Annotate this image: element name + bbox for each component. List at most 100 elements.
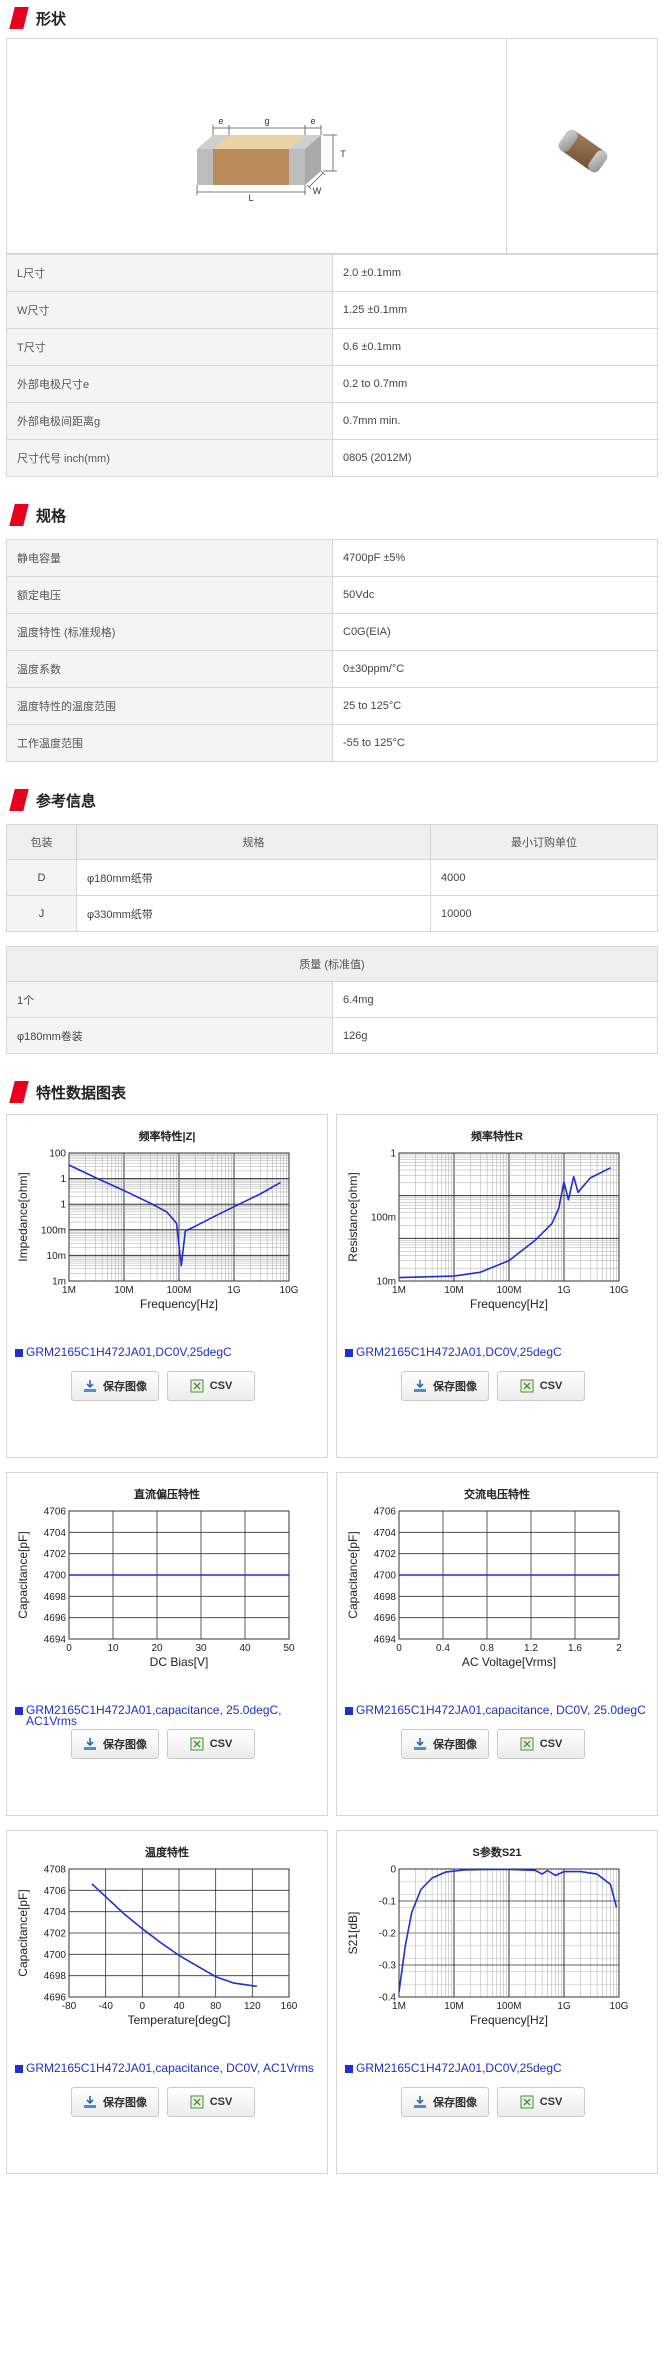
section-title-charts: 特性数据图表 [36,1084,127,1102]
y-tick-label: 4702 [374,1549,397,1560]
section-title-shape: 形状 [36,10,67,28]
y-axis-label: Capacitance[pF] [16,1531,30,1618]
table-key: 尺寸代号 inch(mm) [6,439,333,477]
y-axis-label: Resistance[ohm] [346,1172,360,1261]
table-cell: J [6,895,77,932]
chart-card: 频率特性|Z| 1M 10M 100M 1G 10G 100 1 1 100m 10m 1m Frequ… [6,1114,328,1458]
x-tick-label: 80 [210,2001,222,2012]
chart-card: S参数S21 1M 10M 100M 1G 10G 0 -0.1 -0.2 -0.3 -0.4 Fre… [336,1830,658,2174]
spreadsheet-icon [190,1379,204,1393]
y-tick-label: 4708 [44,1865,67,1876]
table-key: W尺寸 [6,291,333,329]
spreadsheet-icon [520,2095,534,2109]
csv-button[interactable]: CSV [497,2087,585,2117]
y-tick-label: 4704 [44,1528,67,1539]
x-tick-label: 10G [610,1285,629,1296]
table-row: 外部电极间距离g 0.7mm min. [6,402,658,440]
chart-actions: 保存图像 CSV [71,2087,255,2117]
save-image-button[interactable]: 保存图像 [401,1371,489,1401]
chart-grid [398,1153,619,1282]
csv-label: CSV [539,1738,563,1750]
x-tick-label: 10M [444,2001,463,2012]
dim-label-e: e [218,116,223,126]
chart-actions: 保存图像 CSV [401,2087,585,2117]
table-value: 126g [332,1017,658,1054]
section-title-ref: 参考信息 [36,792,97,810]
x-tick-label: 0 [140,2001,146,2012]
x-tick-label: 0.8 [480,1643,494,1654]
y-axis-label: S21[dB] [346,1912,360,1955]
x-tick-label: 0 [396,1643,402,1654]
x-tick-label: 1.2 [524,1643,538,1654]
table-value: 2.0 ±0.1mm [332,254,658,292]
download-icon [413,2095,427,2109]
series-line [91,1883,258,1988]
y-tick-label: 1 [60,1200,66,1211]
csv-button[interactable]: CSV [167,1371,255,1401]
csv-button[interactable]: CSV [167,1729,255,1759]
csv-button[interactable]: CSV [497,1371,585,1401]
table-value: 25 to 125°C [332,687,658,725]
table-cell: φ330mm纸带 [76,895,431,932]
table-value: 0.6 ±0.1mm [332,328,658,366]
y-tick-label: 1 [60,1174,66,1185]
y-tick-label: 4706 [374,1507,397,1518]
x-tick-label: 1.6 [568,1643,582,1654]
legend-label: GRM2165C1H472JA01,capacitance, DC0V, AC1… [26,2061,314,2075]
y-tick-label: 1m [52,1277,66,1288]
csv-button[interactable]: CSV [497,1729,585,1759]
chart-grid [68,1868,290,1998]
y-tick-label: 4700 [374,1571,397,1582]
y-axis-label: Capacitance[pF] [16,1889,30,1976]
legend-swatch [345,1349,353,1357]
y-tick-label: 4704 [374,1528,397,1539]
x-tick-label: 1G [227,1285,241,1296]
save-image-button[interactable]: 保存图像 [401,2087,489,2117]
y-tick-label: 4698 [374,1592,397,1603]
download-icon [83,1379,97,1393]
x-tick-label: -40 [98,2001,113,2012]
chart-title: 直流偏压特性 [134,1489,200,1501]
dim-label-g: g [264,116,269,126]
legend-label: GRM2165C1H472JA01,DC0V,25degC [356,1345,562,1359]
spreadsheet-icon [520,1379,534,1393]
y-tick-label: 4702 [44,1549,67,1560]
chart-plot: 0 10 20 30 40 50 4706 4704 4702 4700 4698 4696 4694 D… [16,1507,295,1670]
x-tick-label: 100M [166,1285,191,1296]
save-image-button[interactable]: 保存图像 [71,1371,159,1401]
chart-plot: -80 -40 0 40 80 120 16047084706470447024700469… [16,1865,298,2028]
table-key: 温度系数 [6,650,333,688]
table-value: -55 to 125°C [332,724,658,762]
y-tick-label: 4698 [44,1592,67,1603]
download-icon [413,1379,427,1393]
y-tick-label: 100 [49,1149,66,1160]
x-tick-label: 40 [239,1643,251,1654]
x-tick-label: 160 [281,2001,298,2012]
legend-label: GRM2165C1H472JA01,capacitance, 25.0degC,… [26,1703,282,1728]
x-tick-label: 100M [496,2001,521,2012]
shape-table: L尺寸 2.0 ±0.1mm W尺寸 1.25 ±0.1mm T尺寸 0.6 ±0.1… [6,254,658,477]
table-key: 工作温度范围 [6,724,333,762]
table-key: L尺寸 [6,254,333,292]
column-header: 规格 [76,824,431,860]
x-tick-label: 10M [114,1285,133,1296]
table-value: 50Vdc [332,576,658,614]
table-row: T尺寸 0.6 ±0.1mm [6,328,658,366]
download-icon [83,1737,97,1751]
x-tick-label: 1G [557,2001,571,2012]
section-marker [9,504,29,526]
save-image-button[interactable]: 保存图像 [71,1729,159,1759]
table-row: 尺寸代号 inch(mm) 0805 (2012M) [6,439,658,477]
spreadsheet-icon [190,2095,204,2109]
table-value: 6.4mg [332,981,658,1018]
table-key: 外部电极间距离g [6,402,333,440]
save-image-label: 保存图像 [433,1739,477,1751]
csv-button[interactable]: CSV [167,2087,255,2117]
x-tick-label: 30 [195,1643,207,1654]
spreadsheet-icon [190,1737,204,1751]
table-row: W尺寸 1.25 ±0.1mm [6,291,658,329]
x-tick-label: 10M [444,1285,463,1296]
download-icon [83,2095,97,2109]
save-image-button[interactable]: 保存图像 [71,2087,159,2117]
save-image-button[interactable]: 保存图像 [401,1729,489,1759]
